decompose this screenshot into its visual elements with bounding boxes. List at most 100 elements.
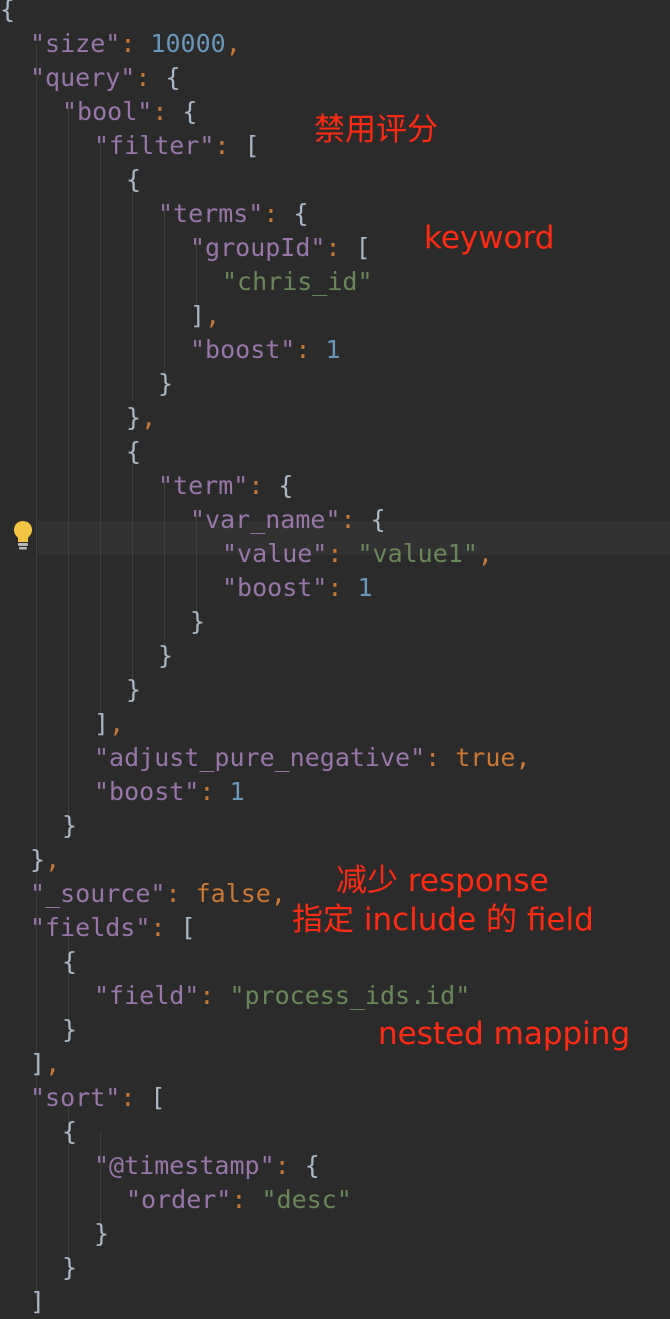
code-token: : xyxy=(199,777,230,806)
code-token: : xyxy=(120,1083,151,1112)
code-token: } xyxy=(62,811,78,840)
code-line: "chris_id" xyxy=(222,265,373,299)
code-line: "size": 10000, xyxy=(30,27,241,61)
code-token: , xyxy=(141,403,157,432)
code-token: } xyxy=(126,675,142,704)
code-token: "value" xyxy=(222,539,328,568)
code-line: { xyxy=(0,0,15,27)
code-token: } xyxy=(126,403,142,432)
code-token: : xyxy=(214,131,245,160)
code-token: true xyxy=(455,743,516,772)
indent-guide xyxy=(164,482,165,650)
code-line: } xyxy=(62,1013,77,1047)
code-token: : xyxy=(199,981,230,1010)
code-token: : xyxy=(135,63,166,92)
code-token: , xyxy=(225,29,241,58)
code-token: } xyxy=(158,369,174,398)
code-line: { xyxy=(126,435,141,469)
code-token: { xyxy=(126,165,142,194)
indent-guide xyxy=(132,446,133,684)
annotation-keyword: keyword xyxy=(424,220,555,256)
code-token: : xyxy=(231,1185,262,1214)
code-line: "@timestamp": { xyxy=(94,1149,320,1183)
code-token: { xyxy=(278,471,294,500)
code-token: 10000 xyxy=(150,29,226,58)
code-token: { xyxy=(0,0,16,24)
indent-guide xyxy=(164,210,165,376)
code-token: : xyxy=(295,335,326,364)
code-token: : xyxy=(120,29,151,58)
code-token: ] xyxy=(30,1049,46,1078)
code-line: "groupId": [ xyxy=(190,231,371,265)
code-line: { xyxy=(62,1115,77,1149)
code-line: { xyxy=(126,163,141,197)
code-token: [ xyxy=(150,1083,166,1112)
annotation-disable-scoring: 禁用评分 xyxy=(314,112,438,148)
code-token: , xyxy=(45,1049,61,1078)
code-token: "order" xyxy=(126,1185,232,1214)
code-token: , xyxy=(45,845,61,874)
code-token: } xyxy=(190,607,206,636)
code-line: { xyxy=(62,945,77,979)
code-token: : xyxy=(340,505,371,534)
annotation-nested-mapping: nested mapping xyxy=(378,1016,631,1052)
annotation-include-field: 指定 include 的 field xyxy=(292,902,594,938)
indent-guide xyxy=(100,142,101,718)
code-token: { xyxy=(62,1117,78,1146)
code-token: { xyxy=(126,437,142,466)
code-line: "term": { xyxy=(158,469,293,503)
code-token: "fields" xyxy=(30,913,151,942)
annotation-reduce-response: 减少 response xyxy=(336,863,549,899)
code-token: [ xyxy=(180,913,196,942)
code-token: } xyxy=(30,845,46,874)
code-token: : xyxy=(165,879,196,908)
code-line: }, xyxy=(30,843,60,877)
code-line: "bool": { xyxy=(62,95,197,129)
code-line: "value": "value1", xyxy=(222,537,493,571)
code-line: "terms": { xyxy=(158,197,309,231)
code-token: } xyxy=(94,1219,110,1248)
code-token: "chris_id" xyxy=(222,267,373,296)
code-line: } xyxy=(62,809,77,843)
code-line: "sort": [ xyxy=(30,1081,165,1115)
code-token: [ xyxy=(244,131,260,160)
lightbulb-icon[interactable] xyxy=(12,519,34,551)
code-token: "boost" xyxy=(190,335,296,364)
code-editor[interactable]: {"size": 10000, "query": {"bool": {"filte… xyxy=(0,0,670,1316)
code-token: } xyxy=(62,1253,78,1282)
code-token: "var_name" xyxy=(190,505,341,534)
code-token: , xyxy=(270,879,286,908)
code-token: } xyxy=(158,641,174,670)
code-token: "process_ids.id" xyxy=(229,981,471,1010)
code-token: "field" xyxy=(94,981,200,1010)
code-line: "fields": [ xyxy=(30,911,196,945)
code-token: 1 xyxy=(357,573,373,602)
code-token: "sort" xyxy=(30,1083,121,1112)
code-token: { xyxy=(165,63,181,92)
code-token: { xyxy=(182,97,198,126)
code-token: "size" xyxy=(30,29,121,58)
code-token: , xyxy=(477,539,493,568)
code-line: "var_name": { xyxy=(190,503,386,537)
code-token: : xyxy=(274,1151,305,1180)
code-token: : xyxy=(325,233,356,262)
indent-guide xyxy=(132,176,133,400)
code-line: } xyxy=(190,605,205,639)
code-line: "boost": 1 xyxy=(190,333,341,367)
code-token: ] xyxy=(190,301,206,330)
code-line: ] xyxy=(30,1285,45,1319)
code-line: } xyxy=(158,367,173,401)
code-token: : xyxy=(152,97,183,126)
code-line: "adjust_pure_negative": true, xyxy=(94,741,531,775)
code-token: { xyxy=(293,199,309,228)
code-token: "boost" xyxy=(94,777,200,806)
code-token: : xyxy=(425,743,456,772)
code-token: { xyxy=(304,1151,320,1180)
code-line: ], xyxy=(190,299,220,333)
code-token: , xyxy=(109,709,125,738)
code-token: 1 xyxy=(325,335,341,364)
code-token: "desc" xyxy=(261,1185,352,1214)
code-line: } xyxy=(62,1251,77,1285)
code-line: ], xyxy=(94,707,124,741)
indent-guide xyxy=(68,108,69,820)
